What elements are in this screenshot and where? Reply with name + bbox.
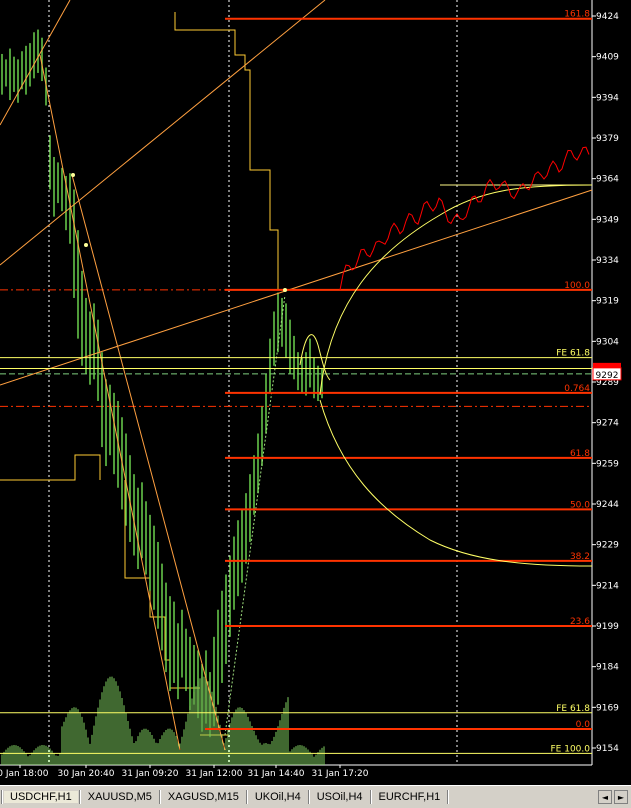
y-tick-label: 9349 xyxy=(596,215,619,225)
tab-separator xyxy=(158,790,161,804)
trend-line xyxy=(39,54,181,751)
current-price-label: 9292 xyxy=(596,371,619,381)
y-tick-label: 9304 xyxy=(596,337,619,347)
y-tick-label: 9229 xyxy=(596,541,619,551)
y-tick-label: 9424 xyxy=(596,12,619,22)
tab-usoil-h4[interactable]: USOil,H4 xyxy=(311,791,369,803)
y-tick-label: 9154 xyxy=(596,744,619,754)
tab-separator xyxy=(369,790,372,804)
y-tick-label: 9409 xyxy=(596,53,619,63)
x-tick-label: 31 Jan 12:00 xyxy=(186,769,243,779)
fib-level-label: 100.0 xyxy=(564,281,590,291)
fib-level-label: 50.0 xyxy=(570,500,590,510)
y-tick-label: 9199 xyxy=(596,622,619,632)
fib-level-label: 0.0 xyxy=(576,720,591,730)
tab-usdchf-h1[interactable]: USDCHF,H1 xyxy=(4,791,78,803)
tab-ukoil-h4[interactable]: UKOil,H4 xyxy=(249,791,307,803)
tab-scroll-controls: ◄ ► xyxy=(598,790,631,804)
tab-xauusd-m5[interactable]: XAUUSD,M5 xyxy=(82,791,158,803)
fib-level-label: 61.8 xyxy=(570,449,590,459)
tab-separator xyxy=(447,790,450,804)
y-tick-label: 9319 xyxy=(596,297,619,307)
x-tick-label: 31 Jan 09:20 xyxy=(122,769,179,779)
forecast-curve-down xyxy=(319,399,593,567)
x-tick-label: 30 Jan 20:40 xyxy=(58,769,115,779)
pivot-marker xyxy=(283,288,287,292)
fib-level-label: 38.2 xyxy=(570,552,590,562)
x-tick-label: 31 Jan 14:40 xyxy=(248,769,305,779)
trend-line xyxy=(71,174,226,751)
y-tick-label: 9259 xyxy=(596,459,619,469)
indicator-step-line xyxy=(0,454,101,481)
y-tick-label: 9214 xyxy=(596,581,619,591)
projection-line xyxy=(224,294,286,736)
tab-eurchf-h1[interactable]: EURCHF,H1 xyxy=(373,791,447,803)
scroll-left-icon[interactable]: ◄ xyxy=(598,790,612,804)
y-tick-label: 9334 xyxy=(596,256,619,266)
fe-level-label: FE 61.8 xyxy=(556,349,590,359)
trend-line xyxy=(0,189,593,386)
scroll-right-icon[interactable]: ► xyxy=(614,790,628,804)
fib-level-label: 23.6 xyxy=(570,617,590,627)
y-tick-label: 9184 xyxy=(596,663,619,673)
tab-separator xyxy=(1,790,3,804)
price-chart[interactable]: 9424 9409 9394 9379 9364 9349 9334 9319 9304 9289… xyxy=(0,0,631,785)
trend-line xyxy=(0,0,326,266)
y-tick-label: 9379 xyxy=(596,134,619,144)
y-tick-label: 9169 xyxy=(596,703,619,713)
current-price-tag-top xyxy=(593,362,621,368)
symbol-tab-bar: USDCHF,H1 XAUUSD,M5 XAGUSD,M15 UKOil,H4 … xyxy=(0,785,631,808)
fib-level-label: 161.8 xyxy=(564,10,590,20)
x-tick-label: 31 Jan 17:20 xyxy=(312,769,369,779)
chart-canvas[interactable]: 9424940993949379936493499334931993049289… xyxy=(0,0,631,785)
indicator-step-line xyxy=(174,12,285,291)
fe-level-label: FE 100.0 xyxy=(551,744,591,754)
tab-separator xyxy=(245,790,248,804)
x-tick-label: 30 Jan 18:00 xyxy=(0,769,49,779)
fib-level-label: 0.764 xyxy=(564,384,590,394)
forecast-red-line xyxy=(339,146,590,291)
pivot-marker xyxy=(71,173,75,177)
y-tick-label: 9394 xyxy=(596,93,619,103)
pivot-marker xyxy=(84,243,88,247)
y-tick-label: 9244 xyxy=(596,500,619,510)
tab-separator xyxy=(307,790,310,804)
y-tick-label: 9364 xyxy=(596,175,619,185)
fe-level-label: FE 61.8 xyxy=(556,704,590,714)
tab-separator xyxy=(78,790,81,804)
tab-xagusd-m15[interactable]: XAGUSD,M15 xyxy=(162,791,245,803)
y-tick-label: 9274 xyxy=(596,419,619,429)
